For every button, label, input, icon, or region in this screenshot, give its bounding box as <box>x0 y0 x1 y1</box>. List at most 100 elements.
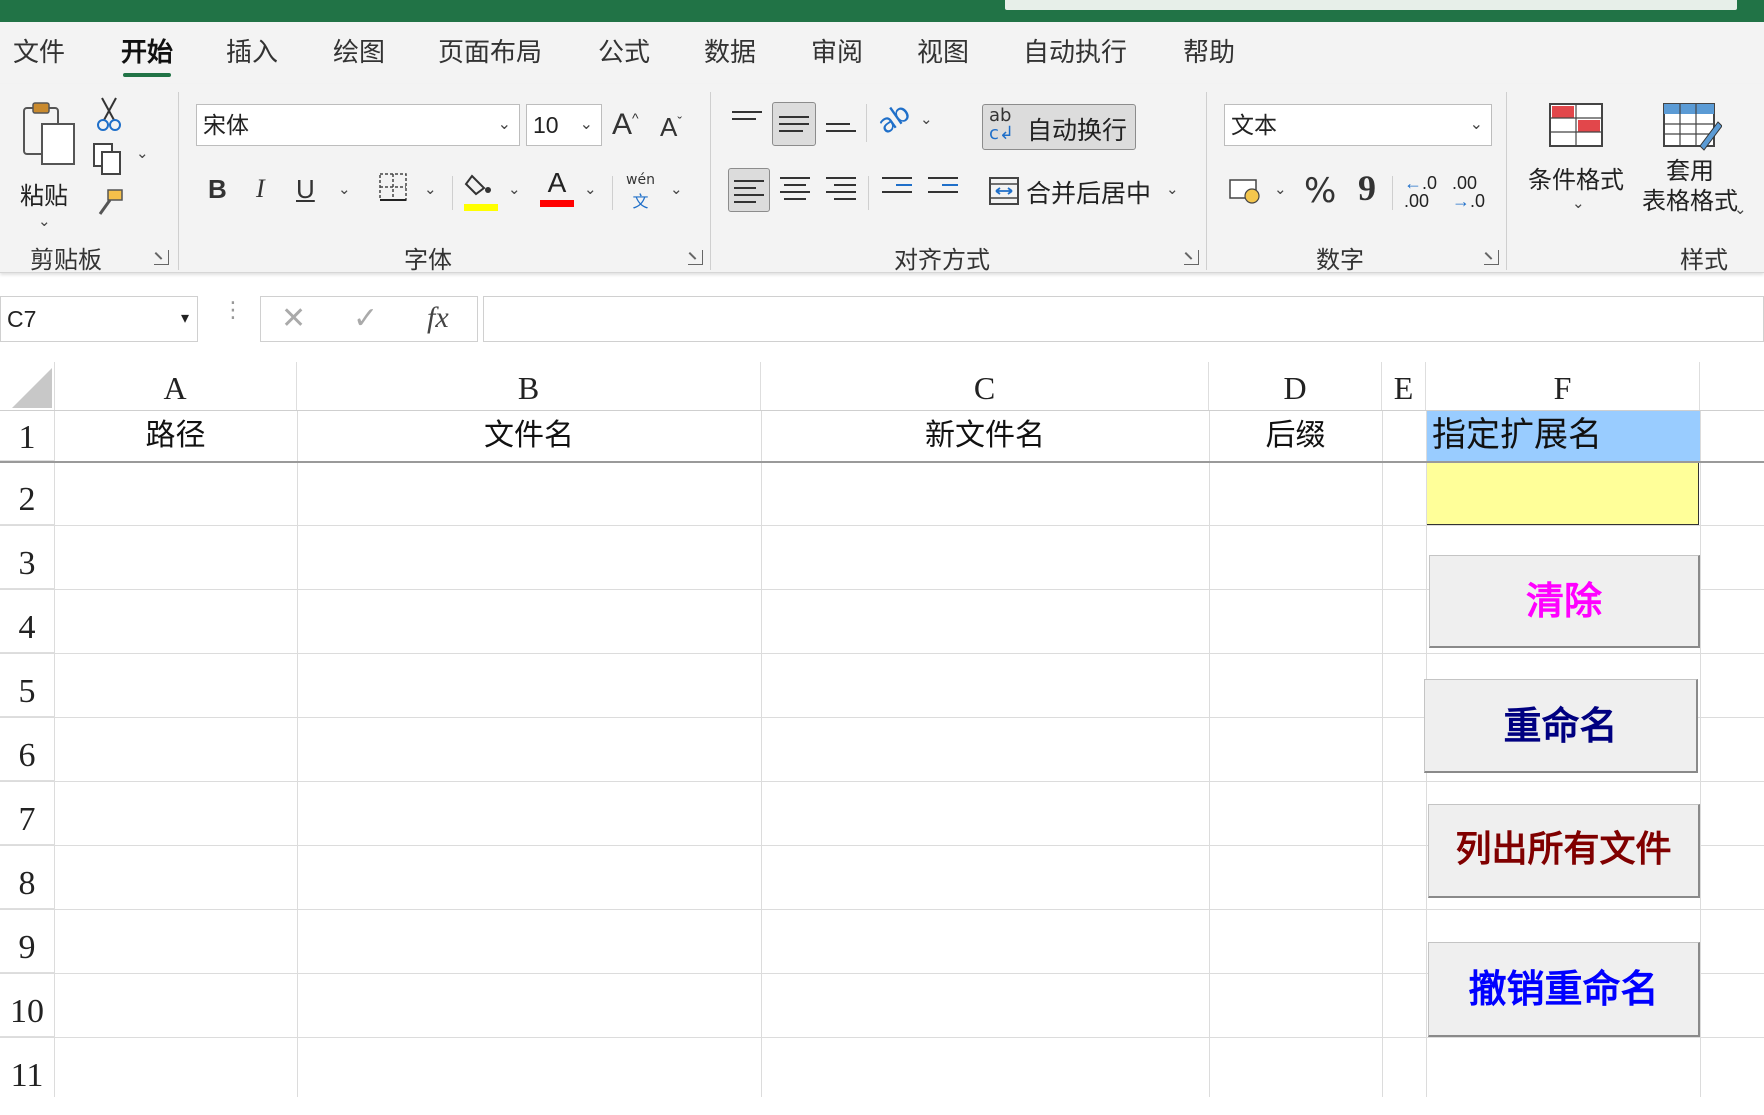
wrap-text-button[interactable]: ab c↲ 自动换行 <box>982 104 1136 150</box>
undo-rename-button[interactable]: 撤销重命名 <box>1428 942 1700 1037</box>
tab-data[interactable]: 数据 <box>704 32 756 69</box>
name-box[interactable]: C7 ▾ <box>0 296 198 342</box>
phonetic-dropdown-icon[interactable]: ⌄ <box>670 180 683 198</box>
row-header-4[interactable]: 4 <box>0 589 54 653</box>
paste-button[interactable]: 粘贴 ⌄ <box>18 100 80 240</box>
list-all-files-button[interactable]: 列出所有文件 <box>1428 804 1700 898</box>
column-header-a[interactable]: A <box>54 362 297 410</box>
phonetic-icon[interactable]: wén 文 <box>626 172 655 212</box>
font-launcher-icon[interactable] <box>688 250 703 265</box>
align-middle-button[interactable] <box>772 102 816 146</box>
align-middle-icon <box>779 111 809 137</box>
row-header-7[interactable]: 7 <box>0 781 54 845</box>
accounting-format-icon[interactable] <box>1228 176 1264 206</box>
bold-icon[interactable]: B <box>208 176 227 202</box>
merge-center-icon[interactable] <box>988 176 1020 206</box>
fill-color-button[interactable] <box>464 170 498 211</box>
number-launcher-icon[interactable] <box>1484 250 1499 265</box>
tab-help[interactable]: 帮助 <box>1183 32 1235 69</box>
cell-d1[interactable]: 后缀 <box>1209 410 1382 461</box>
insert-function-icon[interactable]: fx <box>427 301 449 335</box>
column-header-c[interactable]: C <box>761 362 1209 410</box>
tab-page-layout[interactable]: 页面布局 <box>438 32 542 69</box>
font-size-combo[interactable]: 10 ⌄ <box>526 104 602 146</box>
accounting-dropdown-icon[interactable]: ⌄ <box>1274 180 1287 198</box>
comma-style-icon[interactable]: 9 <box>1358 170 1376 206</box>
row-header-2[interactable]: 2 <box>0 461 54 525</box>
more-options-icon[interactable]: ⋮ <box>222 300 244 322</box>
align-top-icon[interactable] <box>732 106 762 125</box>
orientation-icon[interactable]: ab <box>872 97 916 140</box>
shrink-font-icon[interactable]: Aˇ <box>660 114 682 140</box>
alignment-launcher-icon[interactable] <box>1184 250 1199 265</box>
font-color-button[interactable]: A <box>540 168 574 210</box>
cell-f1[interactable]: 指定扩展名 <box>1432 410 1700 461</box>
align-right-icon[interactable] <box>826 172 856 205</box>
format-as-table-button[interactable]: 套用 表格格式 <box>1630 100 1750 220</box>
conditional-formatting-button[interactable]: 条件格式 ⌄ <box>1524 100 1628 220</box>
italic-icon[interactable]: I <box>256 176 265 202</box>
clear-button[interactable]: 清除 <box>1429 555 1700 648</box>
merge-center-label[interactable]: 合并后居中 <box>1026 174 1151 210</box>
align-center-icon[interactable] <box>780 172 810 205</box>
tab-home[interactable]: 开始 <box>121 32 173 77</box>
cut-icon[interactable] <box>96 96 122 132</box>
tab-file[interactable]: 文件 <box>13 32 65 69</box>
row-header-6[interactable]: 6 <box>0 717 54 781</box>
cell-b1[interactable]: 文件名 <box>297 410 761 461</box>
paste-dropdown-icon[interactable]: ⌄ <box>38 212 51 230</box>
row-header-3[interactable]: 3 <box>0 525 54 589</box>
decrease-decimal-icon[interactable]: .00 →.0 <box>1452 174 1485 210</box>
number-format-combo[interactable]: 文本 ⌄ <box>1224 104 1492 146</box>
cell-f2[interactable] <box>1426 461 1699 525</box>
increase-indent-icon[interactable] <box>928 172 958 198</box>
rename-button[interactable]: 重命名 <box>1424 679 1698 773</box>
percent-icon[interactable]: % <box>1304 174 1336 208</box>
formula-input[interactable] <box>483 296 1764 342</box>
font-name-combo[interactable]: 宋体 ⌄ <box>196 104 520 146</box>
merge-dropdown-icon[interactable]: ⌄ <box>1166 180 1179 198</box>
tab-automate[interactable]: 自动执行 <box>1023 32 1127 69</box>
tab-view[interactable]: 视图 <box>917 32 969 69</box>
tab-insert[interactable]: 插入 <box>226 32 278 69</box>
table-format-dropdown-icon[interactable]: ⌄ <box>1734 200 1747 218</box>
underline-icon[interactable]: U <box>296 176 315 202</box>
cancel-icon[interactable]: ✕ <box>281 301 306 336</box>
cell-a1[interactable]: 路径 <box>54 410 297 461</box>
font-color-dropdown-icon[interactable]: ⌄ <box>584 180 597 198</box>
cell-c1[interactable]: 新文件名 <box>761 410 1209 461</box>
grow-font-icon[interactable]: A^ <box>612 110 639 140</box>
row-header-1[interactable]: 1 <box>0 410 54 461</box>
search-box[interactable] <box>1005 0 1737 10</box>
orientation-dropdown-icon[interactable]: ⌄ <box>920 110 933 128</box>
format-painter-icon[interactable] <box>94 188 126 218</box>
fill-dropdown-icon[interactable]: ⌄ <box>508 180 521 198</box>
row-header-11[interactable]: 11 <box>0 1037 54 1097</box>
row-header-10[interactable]: 10 <box>0 973 54 1037</box>
row-header-9[interactable]: 9 <box>0 909 54 973</box>
select-all-corner[interactable] <box>0 362 54 410</box>
worksheet-grid[interactable]: A B C D E F 1 2 3 4 5 6 7 8 9 10 11 路径 文… <box>0 362 1764 1097</box>
copy-icon[interactable] <box>92 142 124 176</box>
column-header-d[interactable]: D <box>1209 362 1382 410</box>
row-header-5[interactable]: 5 <box>0 653 54 717</box>
increase-decimal-icon[interactable]: ←.0.00 <box>1404 174 1437 210</box>
decrease-indent-icon[interactable] <box>882 172 912 198</box>
tab-draw[interactable]: 绘图 <box>333 32 385 69</box>
grid-line <box>1382 410 1383 1097</box>
column-header-b[interactable]: B <box>297 362 761 410</box>
column-header-e[interactable]: E <box>1382 362 1426 410</box>
tab-review[interactable]: 审阅 <box>811 32 863 69</box>
underline-dropdown-icon[interactable]: ⌄ <box>338 180 351 198</box>
align-left-button[interactable] <box>728 168 770 212</box>
border-dropdown-icon[interactable]: ⌄ <box>424 180 437 198</box>
align-bottom-icon[interactable] <box>826 118 856 137</box>
enter-icon[interactable]: ✓ <box>353 301 378 336</box>
column-header-f[interactable]: F <box>1426 362 1700 410</box>
copy-dropdown-icon[interactable]: ⌄ <box>136 144 149 162</box>
row-header-8[interactable]: 8 <box>0 845 54 909</box>
tab-formulas[interactable]: 公式 <box>598 32 650 69</box>
column-header-g[interactable] <box>1700 362 1764 410</box>
border-icon[interactable] <box>378 172 408 202</box>
clipboard-launcher-icon[interactable] <box>154 250 169 265</box>
